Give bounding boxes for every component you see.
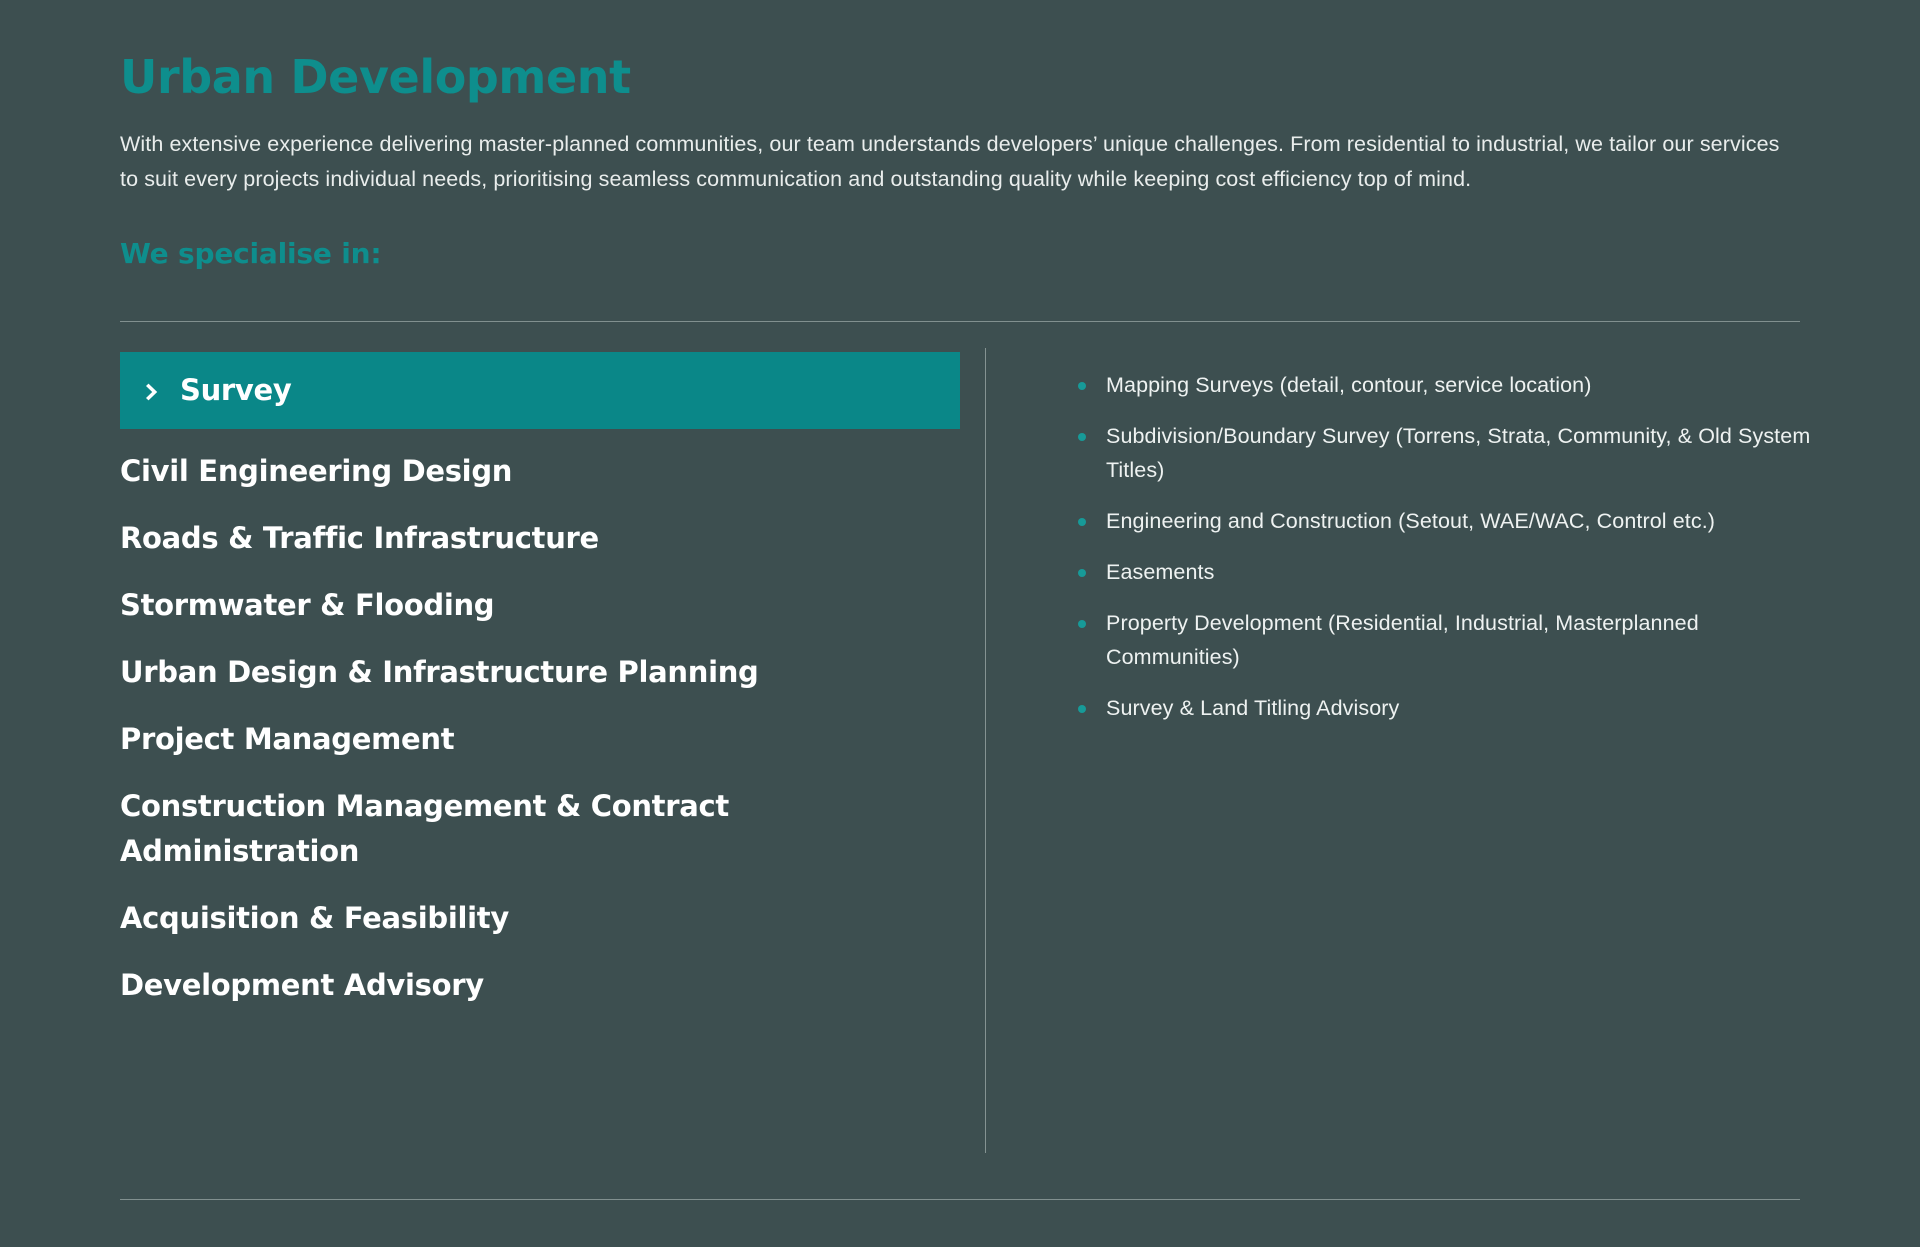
accordion-item-acquisition-feasibility[interactable]: Acquisition & Feasibility [120,896,960,941]
divider-top [120,321,1800,322]
list-item: Property Development (Residential, Indus… [1078,606,1818,674]
list-item-label: Subdivision/Boundary Survey (Torrens, St… [1106,424,1811,482]
divider-bottom [120,1199,1800,1200]
accordion-item-label: Acquisition & Feasibility [120,901,509,935]
accordion-item-civil-engineering-design[interactable]: Civil Engineering Design [120,449,960,494]
chevron-right-icon [142,381,164,403]
accordion-row: Project Management [120,717,960,762]
list-item-label: Easements [1106,560,1215,584]
bullet-dot-icon [1078,705,1086,713]
list-item-label: Survey & Land Titling Advisory [1106,696,1400,720]
specialise-heading: We specialise in: [120,237,382,270]
list-item: Mapping Surveys (detail, contour, servic… [1078,368,1818,402]
services-accordion: Survey Civil Engineering Design Roads & … [120,352,960,1008]
list-item: Easements [1078,555,1818,589]
accordion-row: Civil Engineering Design [120,449,960,494]
accordion-item-label: Roads & Traffic Infrastructure [120,521,599,555]
page-title: Urban Development [120,50,631,104]
accordion-row: Survey [120,368,960,413]
accordion-item-stormwater-flooding[interactable]: Stormwater & Flooding [120,583,960,628]
list-item-label: Engineering and Construction (Setout, WA… [1106,509,1716,533]
accordion-item-label: Construction Management & Contract Admin… [120,789,729,868]
accordion-item-label: Survey [180,373,292,407]
accordion-item-urban-design-infrastructure-planning[interactable]: Urban Design & Infrastructure Planning [120,650,960,695]
accordion-row: Acquisition & Feasibility [120,896,960,941]
bullet-dot-icon [1078,518,1086,526]
divider-vertical [985,348,986,1153]
accordion-row: Construction Management & Contract Admin… [120,784,960,874]
list-item: Survey & Land Titling Advisory [1078,691,1818,725]
accordion-row: Roads & Traffic Infrastructure [120,516,960,561]
accordion-item-construction-management-contract-administration[interactable]: Construction Management & Contract Admin… [120,784,960,874]
accordion-item-label: Urban Design & Infrastructure Planning [120,655,759,689]
accordion-row: Development Advisory [120,963,960,1008]
bullet-dot-icon [1078,382,1086,390]
accordion-item-label: Civil Engineering Design [120,454,513,488]
accordion-item-roads-traffic-infrastructure[interactable]: Roads & Traffic Infrastructure [120,516,960,561]
bullet-dot-icon [1078,433,1086,441]
accordion-row: Stormwater & Flooding [120,583,960,628]
list-item-label: Mapping Surveys (detail, contour, servic… [1106,373,1592,397]
bullet-dot-icon [1078,569,1086,577]
accordion-item-development-advisory[interactable]: Development Advisory [120,963,960,1008]
service-detail-list: Mapping Surveys (detail, contour, servic… [1078,368,1818,725]
accordion-item-survey[interactable]: Survey [120,352,960,429]
accordion-item-project-management[interactable]: Project Management [120,717,960,762]
list-item: Engineering and Construction (Setout, WA… [1078,504,1818,538]
list-item: Subdivision/Boundary Survey (Torrens, St… [1078,419,1818,487]
accordion-item-label: Project Management [120,722,455,756]
section-intro-paragraph: With extensive experience delivering mas… [120,132,1780,191]
accordion-item-label: Stormwater & Flooding [120,588,495,622]
accordion-row: Urban Design & Infrastructure Planning [120,650,960,695]
urban-development-section: Urban Development With extensive experie… [0,0,1920,1247]
accordion-item-label: Development Advisory [120,968,484,1002]
list-item-label: Property Development (Residential, Indus… [1106,611,1699,669]
bullet-dot-icon [1078,620,1086,628]
